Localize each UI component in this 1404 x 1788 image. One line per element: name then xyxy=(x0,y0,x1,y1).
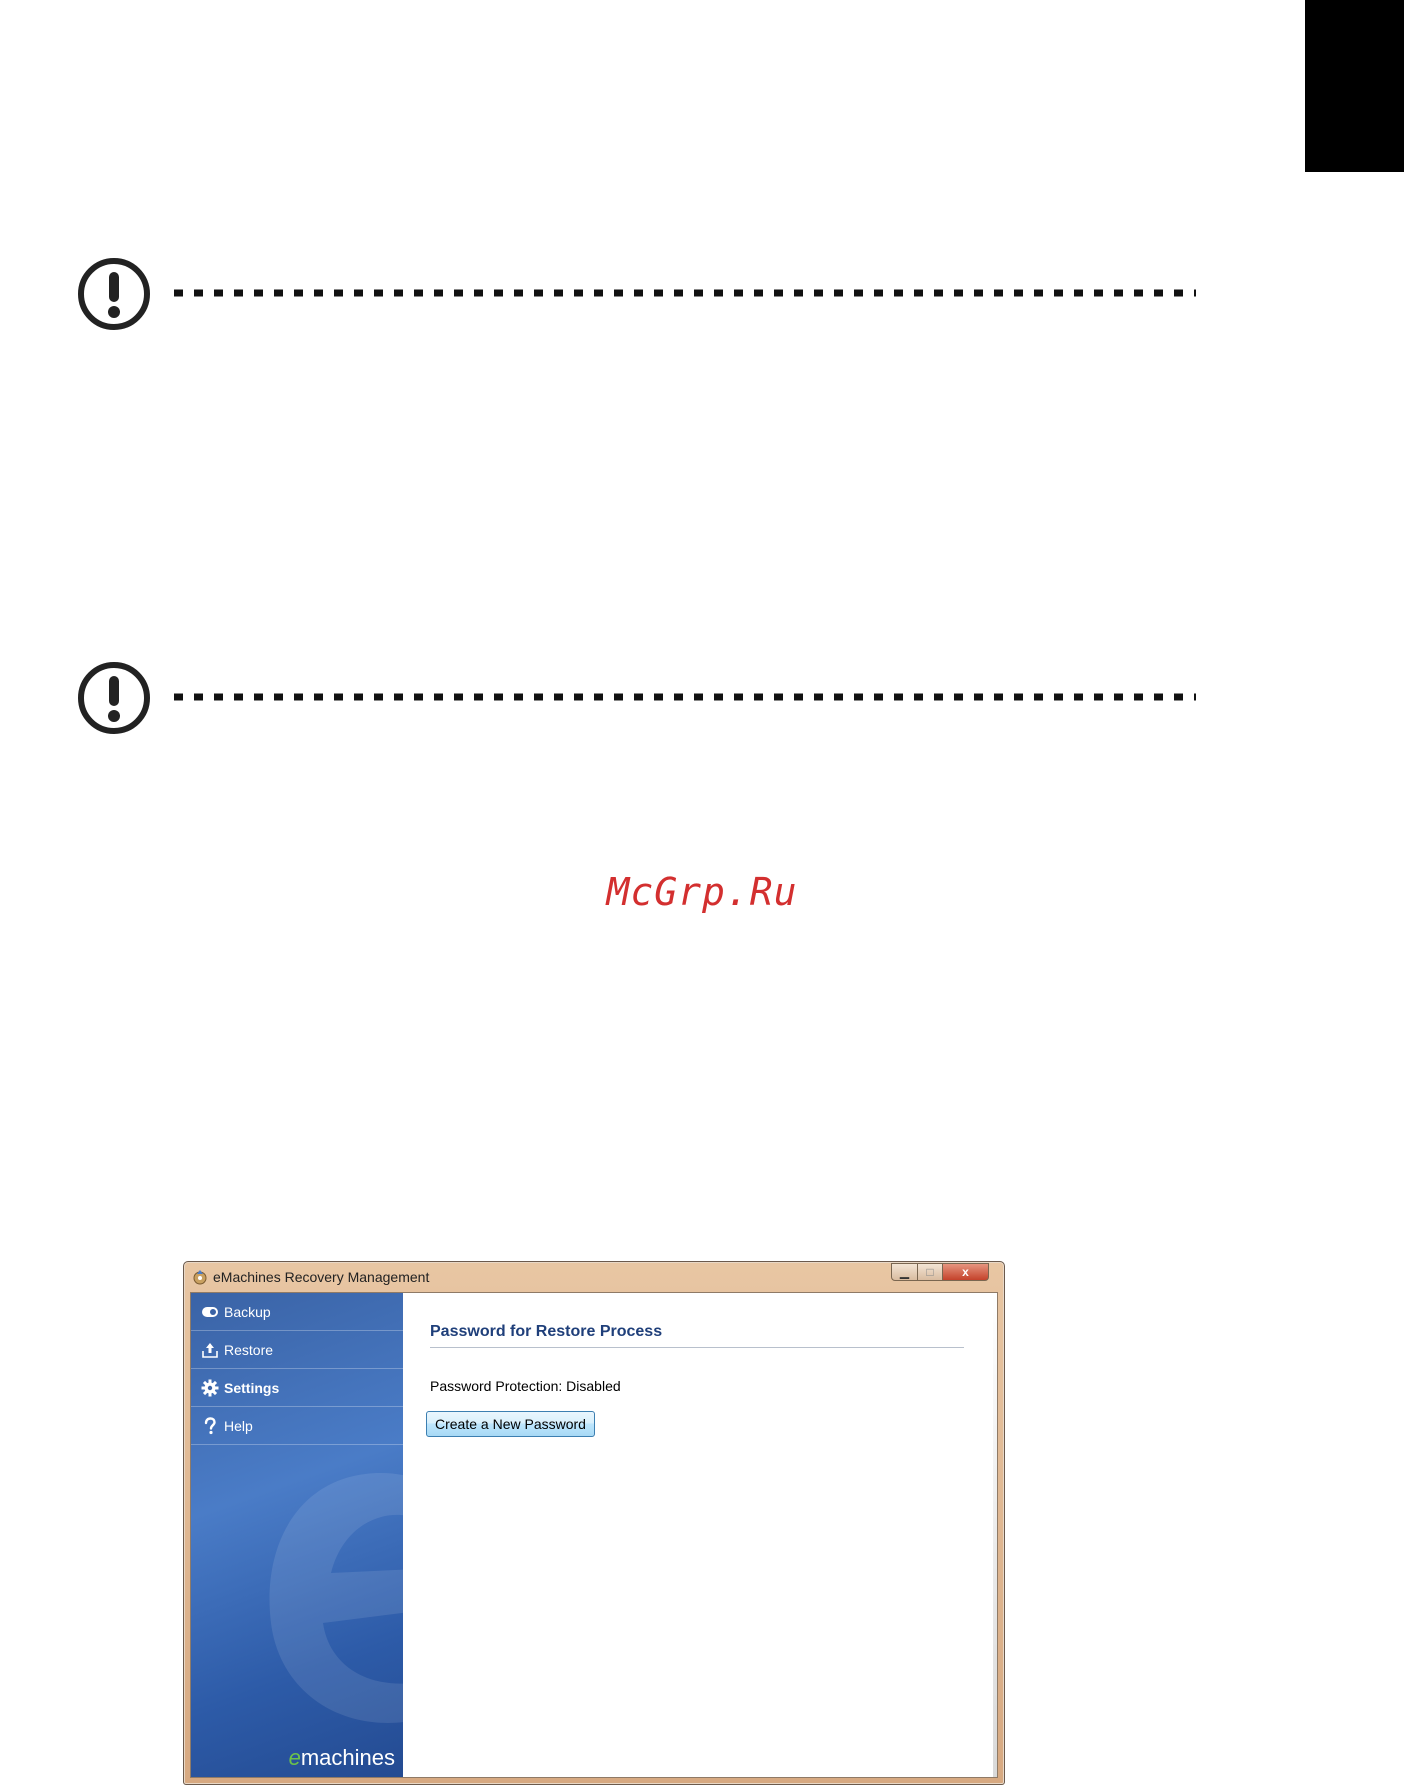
sidebar-item-settings[interactable]: Settings xyxy=(191,1369,403,1407)
dotted-separator xyxy=(174,289,1196,297)
sidebar-e-watermark xyxy=(269,1473,403,1723)
close-button[interactable]: x xyxy=(942,1263,989,1281)
create-new-password-button[interactable]: Create a New Password xyxy=(426,1411,595,1437)
password-protection-status: Password Protection: Disabled xyxy=(430,1378,621,1394)
sidebar-item-label: Backup xyxy=(224,1304,271,1320)
maximize-button[interactable]: □ xyxy=(917,1263,943,1281)
important-note-1 xyxy=(76,256,1196,332)
section-divider xyxy=(430,1347,964,1348)
sidebar-item-restore[interactable]: Restore xyxy=(191,1331,403,1369)
sidebar-item-backup[interactable]: Backup xyxy=(191,1293,403,1331)
dotted-separator xyxy=(174,693,1196,701)
page-tab-marker xyxy=(1305,0,1404,172)
window-client-area: Backup Restore Settings Help emachines P… xyxy=(190,1292,998,1778)
exclamation-icon xyxy=(78,662,150,734)
app-icon xyxy=(193,1270,207,1285)
sidebar: Backup Restore Settings Help emachines xyxy=(191,1293,403,1777)
sidebar-item-label: Settings xyxy=(224,1380,280,1396)
sidebar-item-label: Restore xyxy=(224,1342,274,1358)
section-title: Password for Restore Process xyxy=(430,1323,663,1340)
emachines-logo: emachines xyxy=(288,1745,395,1770)
sidebar-item-help[interactable]: Help xyxy=(191,1407,403,1445)
restore-icon xyxy=(202,1343,218,1358)
panel-edge xyxy=(993,1293,997,1777)
window-title: eMachines Recovery Management xyxy=(213,1269,430,1285)
important-note-2 xyxy=(76,660,1196,736)
backup-icon xyxy=(202,1307,218,1317)
watermark: McGrp.Ru xyxy=(606,870,798,914)
minimize-button[interactable]: ▁ xyxy=(891,1263,918,1281)
sidebar-item-label: Help xyxy=(224,1418,253,1434)
settings-panel: Password for Restore Process Password Pr… xyxy=(403,1293,997,1777)
exclamation-icon xyxy=(78,258,150,330)
question-icon xyxy=(204,1417,216,1435)
title-bar[interactable]: eMachines Recovery Management ▁ □ x xyxy=(184,1262,1004,1292)
gear-icon xyxy=(201,1379,219,1397)
recovery-management-window: eMachines Recovery Management ▁ □ x Back… xyxy=(183,1261,1005,1785)
